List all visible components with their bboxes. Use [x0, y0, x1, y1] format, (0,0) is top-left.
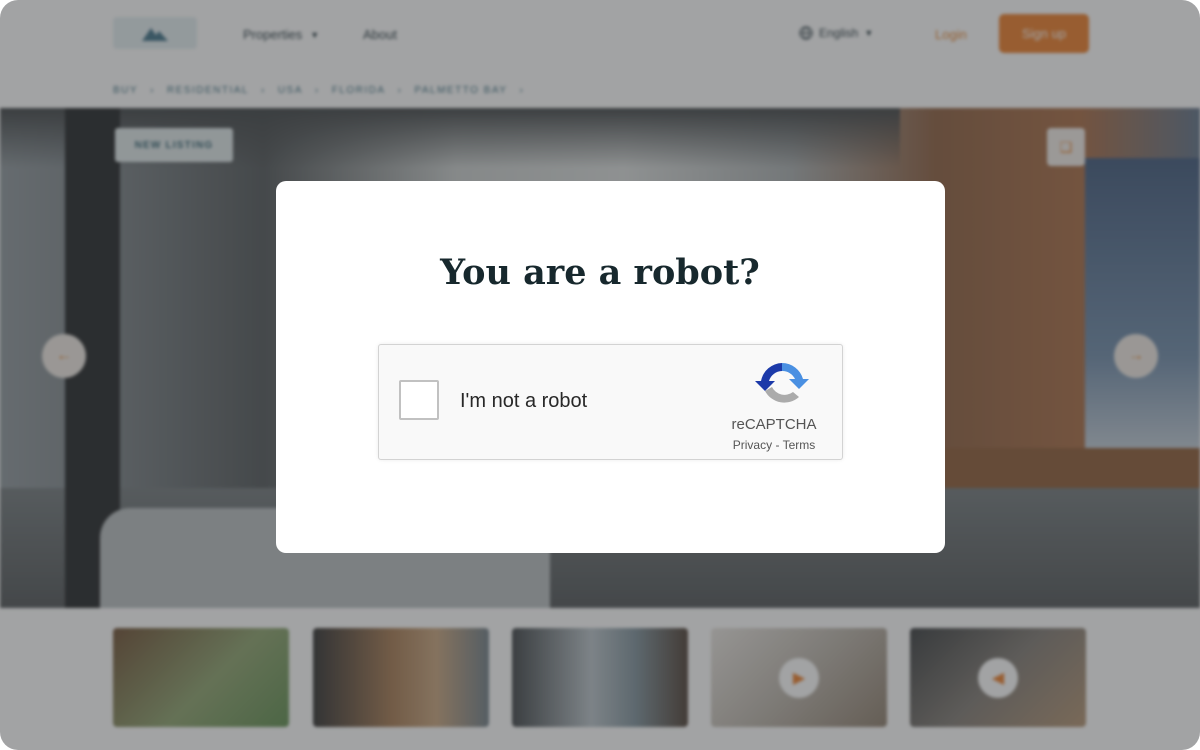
recaptcha-widget: I'm not a robot reCAPTCHA Privacy - Term…: [378, 344, 843, 460]
recaptcha-checkbox[interactable]: [399, 380, 439, 420]
recaptcha-logo-icon: [755, 363, 809, 403]
recaptcha-label: I'm not a robot: [460, 390, 588, 412]
privacy-link[interactable]: Privacy: [733, 438, 772, 452]
app-frame: Properties ▼ About English ▼ Login Sign …: [0, 0, 1200, 750]
recaptcha-links: Privacy - Terms: [719, 438, 829, 452]
recaptcha-brand: reCAPTCHA: [731, 416, 817, 433]
modal-title: You are a robot?: [440, 252, 760, 293]
terms-link[interactable]: Terms: [783, 438, 816, 452]
links-separator: -: [772, 438, 783, 452]
